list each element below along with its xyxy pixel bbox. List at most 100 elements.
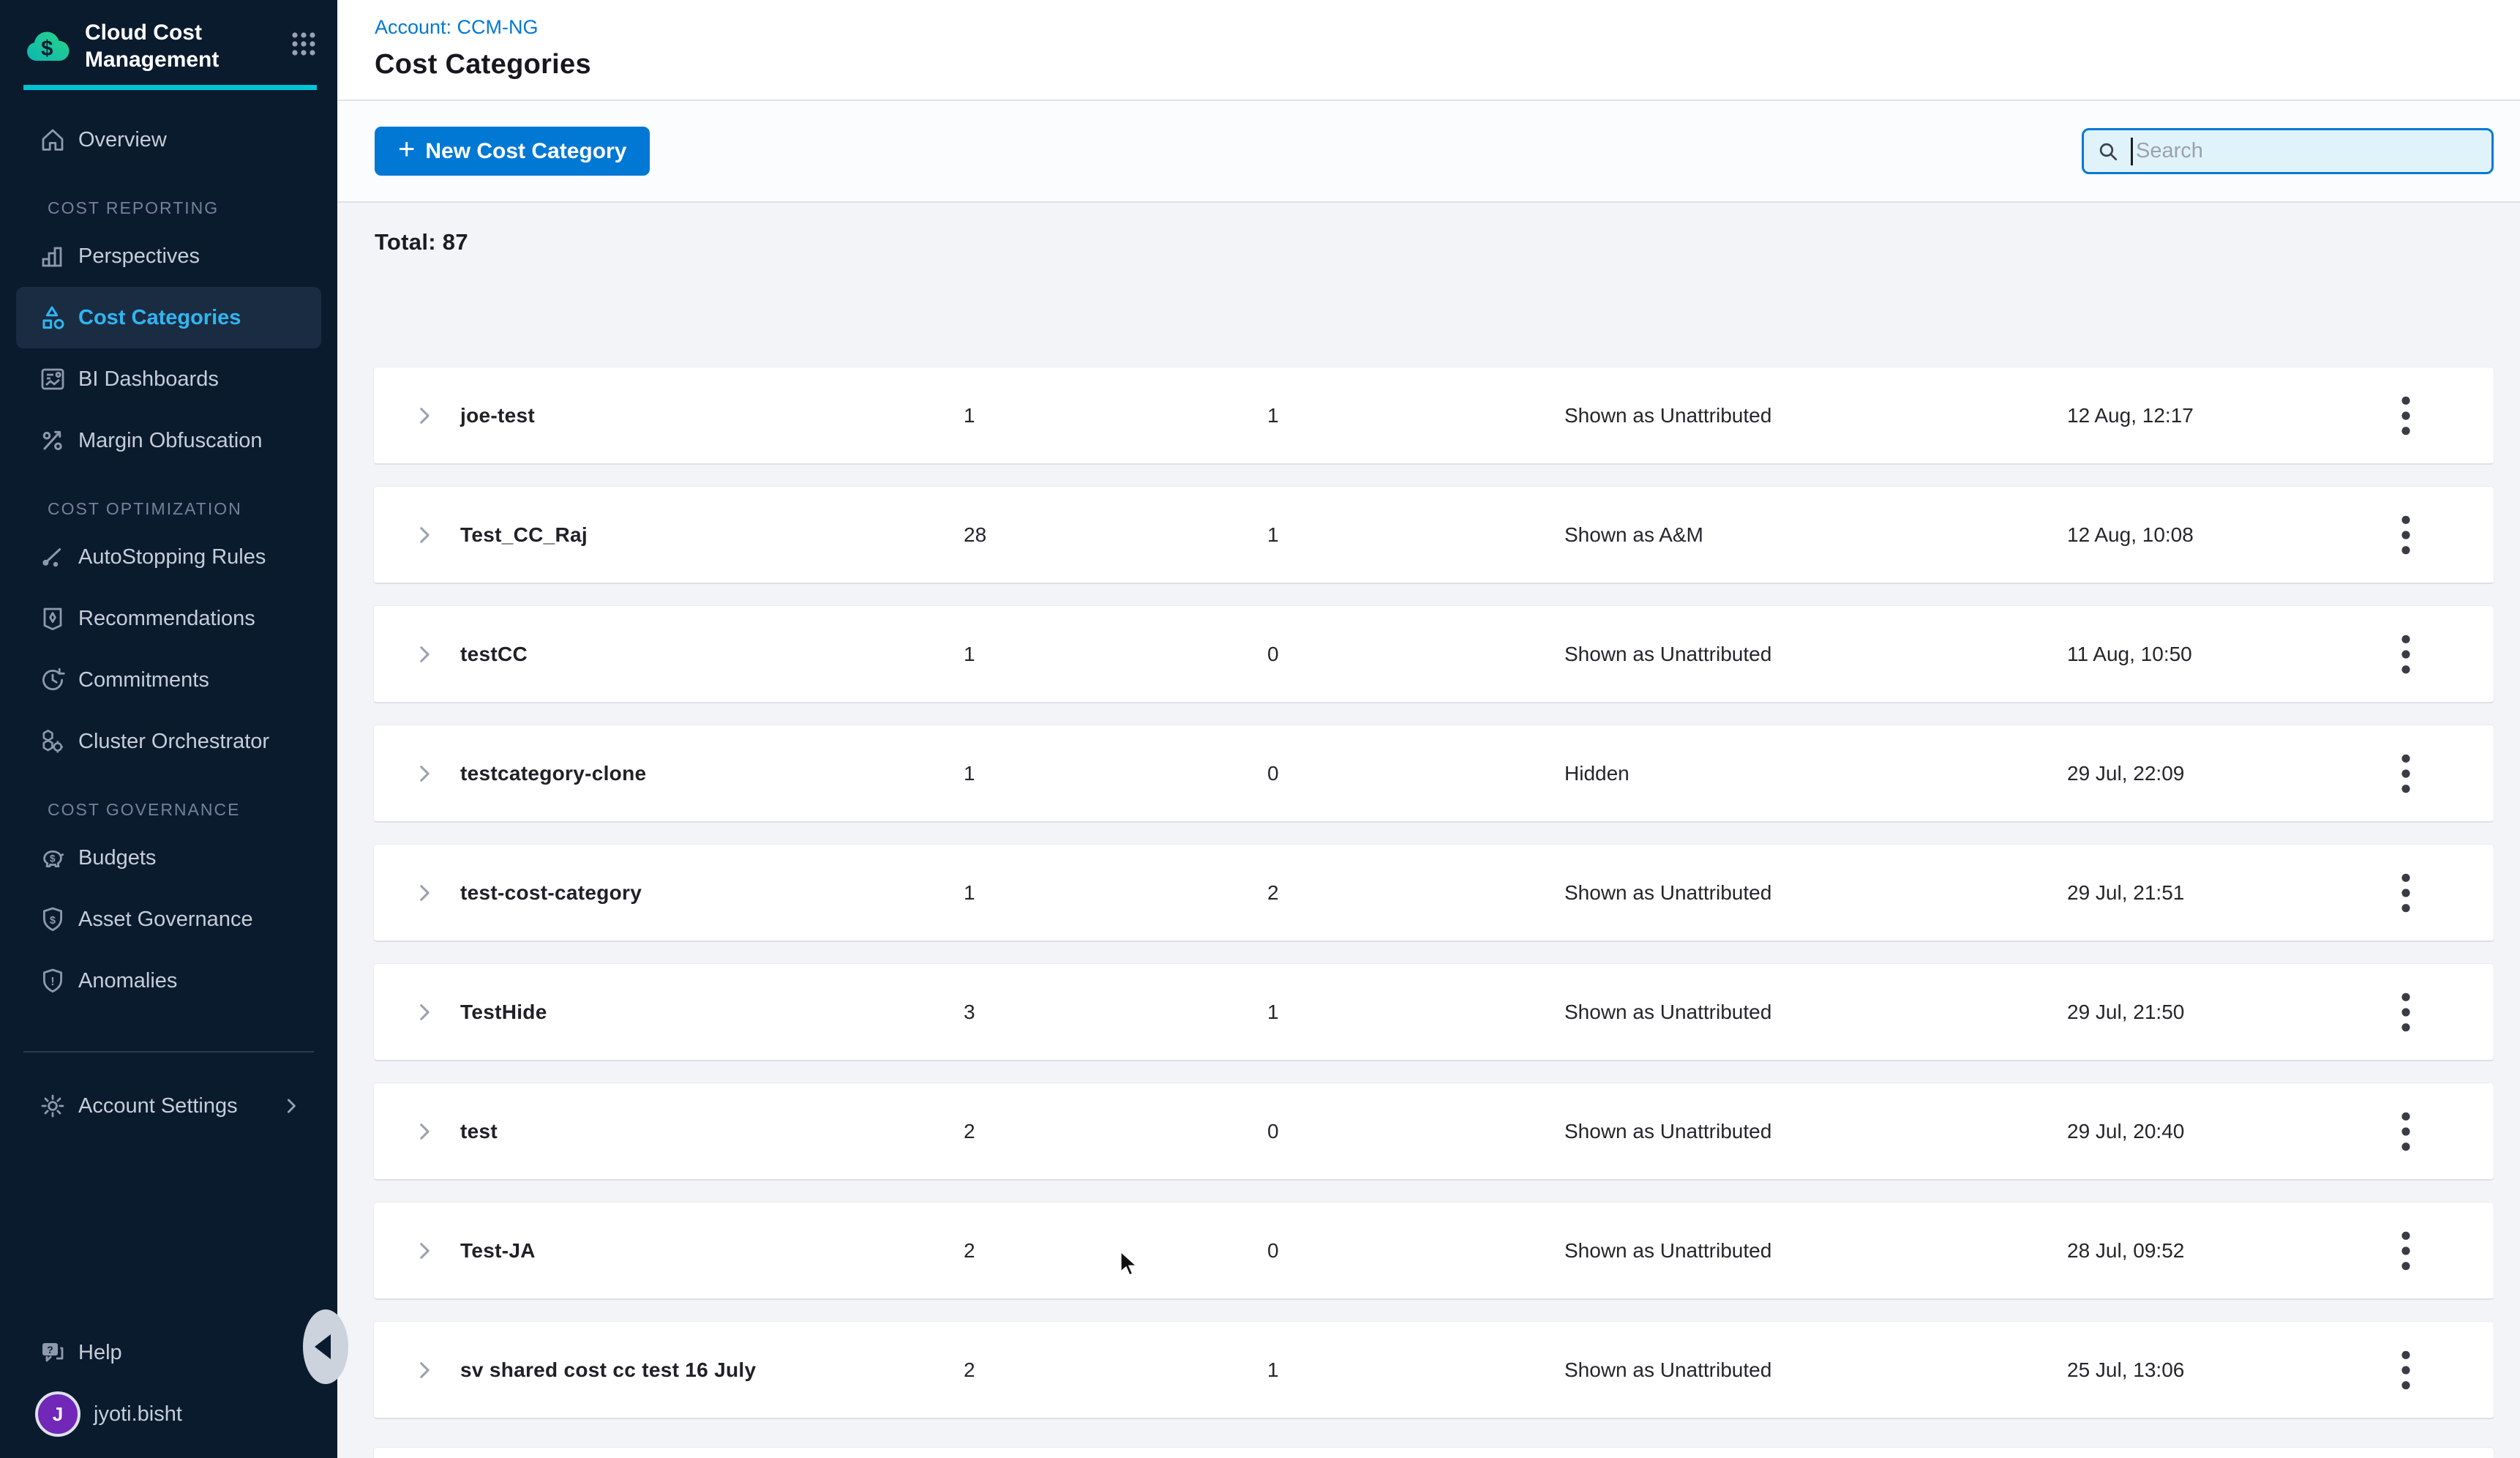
sidebar-collapse-handle[interactable]: [303, 1309, 348, 1384]
row-menu-button[interactable]: [2390, 1228, 2421, 1274]
row-cost-buckets: 3: [964, 1001, 975, 1024]
avatar: J: [35, 1391, 80, 1437]
table-row[interactable]: test-cost-category12Shown as Unattribute…: [373, 844, 2494, 942]
page-title: Cost Categories: [375, 49, 2520, 81]
row-expand-chevron-icon[interactable]: [412, 1358, 437, 1383]
row-cost-buckets: 2: [964, 1120, 975, 1143]
module-accent-line: [23, 85, 317, 90]
table-row[interactable]: sv shared cost cc test 16 July 2 1 Shown as…: [373, 1321, 2494, 1419]
sidebar-item-label: Commitments: [78, 668, 209, 692]
table-area: Total: 87 NAME COST BUCKETS SHARED BUCKE…: [337, 203, 2520, 1458]
row-name: test: [460, 1120, 498, 1143]
row-cost-buckets: 1: [964, 881, 975, 905]
sidebar-item-bi-dashboards[interactable]: BI Dashboards: [0, 348, 337, 410]
table-row-partial[interactable]: [373, 1447, 2494, 1458]
sidebar-item-anomalies[interactable]: !Anomalies: [0, 950, 337, 1012]
row-expand-chevron-icon[interactable]: [412, 403, 437, 428]
sidebar-item-account-settings[interactable]: Account Settings: [0, 1075, 337, 1137]
row-shared-buckets: 1: [1267, 1001, 1279, 1024]
sidebar-item-perspectives[interactable]: Perspectives: [0, 225, 337, 287]
sidebar-item-overview[interactable]: Overview: [0, 109, 337, 171]
row-name: TestHide: [460, 1001, 547, 1024]
nav-section-header-cost-governance: COST GOVERNANCE: [0, 792, 337, 827]
table-row[interactable]: Test_CC_Raj281Shown as A&M12 Aug, 10:08: [373, 486, 2494, 584]
sidebar-item-label: Recommendations: [78, 607, 255, 631]
gear-icon: [38, 1091, 67, 1121]
row-expand-chevron-icon[interactable]: [412, 881, 437, 905]
page-header: Account: CCM-NG Cost Categories: [337, 0, 2520, 101]
new-cost-category-button[interactable]: + New Cost Category: [375, 127, 650, 176]
table-row[interactable]: joe-test11Shown as Unattributed12 Aug, 1…: [373, 367, 2494, 465]
row-unallocated: Shown as Unattributed: [1564, 1358, 1771, 1382]
module-grid-icon[interactable]: [289, 29, 318, 59]
row-expand-chevron-icon[interactable]: [412, 523, 437, 547]
row-name: sv shared cost cc test 16 July: [460, 1358, 756, 1382]
row-menu-button[interactable]: [2390, 1109, 2421, 1154]
row-last-edit: 29 Jul, 21:50: [2067, 1001, 2184, 1024]
table-row[interactable]: Test-JA20Shown as Unattributed28 Jul, 09…: [373, 1202, 2494, 1300]
app-root: $ Cloud Cost Management OverviewCOST REP…: [0, 0, 2520, 1458]
row-menu-button[interactable]: [2390, 751, 2421, 796]
sidebar-item-budgets[interactable]: $ Budgets: [0, 827, 337, 889]
sidebar-item-label: Overview: [78, 128, 167, 152]
svg-text:$: $: [50, 853, 56, 864]
autostop-icon: [38, 542, 67, 572]
row-cost-buckets: 2: [964, 1239, 975, 1263]
row-last-edit: 29 Jul, 20:40: [2067, 1120, 2184, 1143]
sidebar-user[interactable]: J jyoti.bisht: [0, 1383, 337, 1445]
row-unallocated: Shown as Unattributed: [1564, 404, 1771, 427]
row-menu-button[interactable]: [2390, 632, 2421, 677]
help-chat-icon: ?: [38, 1338, 67, 1367]
row-menu-button[interactable]: [2390, 1347, 2421, 1393]
row-unallocated: Hidden: [1564, 762, 1630, 785]
row-shared-buckets: 0: [1267, 1239, 1279, 1263]
row-shared-buckets: 1: [1267, 1358, 1279, 1382]
row-unallocated: Shown as A&M: [1564, 523, 1703, 547]
row-last-edit: 11 Aug, 10:50: [2067, 643, 2192, 666]
row-cost-buckets: 1: [964, 404, 975, 427]
svg-text:$: $: [50, 915, 56, 927]
row-menu-button[interactable]: [2390, 990, 2421, 1035]
table-row[interactable]: TestHide31Shown as Unattributed29 Jul, 2…: [373, 963, 2494, 1061]
svg-text:!: !: [50, 976, 54, 988]
app-title: Cloud Cost Management: [85, 19, 241, 73]
total-count: Total: 87: [375, 229, 2520, 255]
sidebar-item-commitments[interactable]: Commitments: [0, 649, 337, 711]
piggy-icon: $: [38, 843, 67, 872]
sidebar-item-label: Budgets: [78, 846, 156, 870]
row-expand-chevron-icon[interactable]: [412, 1119, 437, 1144]
user-name: jyoti.bisht: [94, 1402, 182, 1427]
row-expand-chevron-icon[interactable]: [412, 642, 437, 667]
shapes-icon: [38, 303, 67, 332]
sidebar-item-label: AutoStopping Rules: [78, 545, 266, 569]
sidebar-item-cost-categories[interactable]: Cost Categories: [16, 287, 321, 348]
sidebar-item-help[interactable]: ? Help: [0, 1322, 337, 1383]
row-unallocated: Shown as Unattributed: [1564, 1239, 1771, 1263]
table-row[interactable]: test20Shown as Unattributed29 Jul, 20:40: [373, 1083, 2494, 1181]
row-menu-button[interactable]: [2390, 393, 2421, 438]
sidebar-logo-row: $ Cloud Cost Management: [0, 0, 337, 73]
sidebar-item-margin-obfuscation[interactable]: Margin Obfuscation: [0, 410, 337, 471]
sidebar-item-label: BI Dashboards: [78, 367, 219, 392]
sidebar-item-cluster-orchestrator[interactable]: Cluster Orchestrator: [0, 711, 337, 772]
sidebar-item-autostopping-rules[interactable]: AutoStopping Rules: [0, 526, 337, 588]
row-expand-chevron-icon[interactable]: [412, 761, 437, 786]
toolbar: + New Cost Category: [337, 101, 2520, 203]
breadcrumb[interactable]: Account: CCM-NG: [375, 16, 2520, 39]
row-menu-button[interactable]: [2390, 870, 2421, 916]
sidebar-item-recommendations[interactable]: Recommendations: [0, 588, 337, 649]
sidebar-item-asset-governance[interactable]: $Asset Governance: [0, 889, 337, 950]
row-expand-chevron-icon[interactable]: [412, 1000, 437, 1025]
table-row[interactable]: testcategory-clone10Hidden29 Jul, 22:09: [373, 725, 2494, 823]
plus-icon: +: [398, 133, 415, 166]
row-cost-buckets: 2: [964, 1358, 975, 1382]
search-box[interactable]: [2082, 128, 2494, 174]
row-unallocated: Shown as Unattributed: [1564, 643, 1771, 666]
row-expand-chevron-icon[interactable]: [412, 1238, 437, 1263]
table-row[interactable]: testCC10Shown as Unattributed11 Aug, 10:…: [373, 605, 2494, 703]
search-input[interactable]: [2133, 139, 2480, 163]
chart-icon: [38, 242, 67, 271]
sidebar-divider: [23, 1051, 314, 1053]
row-menu-button[interactable]: [2390, 512, 2421, 558]
row-name: testcategory-clone: [460, 762, 646, 785]
